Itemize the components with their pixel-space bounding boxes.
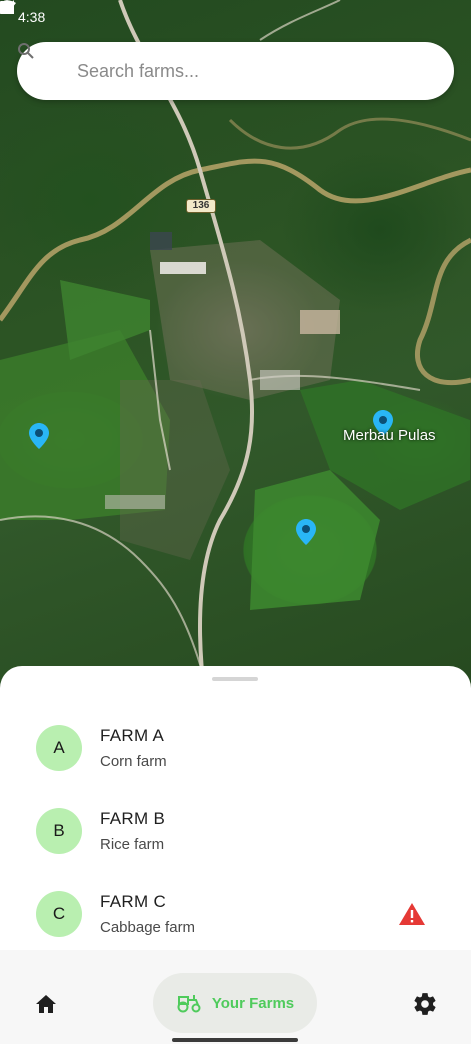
tractor-icon <box>177 995 201 1013</box>
gear-icon[interactable] <box>412 991 438 1017</box>
warning-icon <box>399 903 425 925</box>
farm-list-item-c[interactable]: C FARM C Cabbage farm <box>0 873 471 955</box>
bottom-navigation: Your Farms <box>0 950 471 1044</box>
farm-avatar: A <box>36 725 82 771</box>
farm-name: FARM B <box>100 809 166 828</box>
search-bar[interactable] <box>17 42 454 100</box>
status-bar: 4:38 <box>0 0 471 34</box>
farm-avatar: C <box>36 891 82 937</box>
map-marker-icon[interactable] <box>296 519 316 545</box>
map-view[interactable]: 4:38 136 Merbau Pulas <box>0 0 471 700</box>
search-icon <box>18 43 57 81</box>
farm-name: FARM C <box>100 892 167 911</box>
gesture-bar <box>172 1038 298 1042</box>
farm-name: FARM A <box>100 726 165 745</box>
nav-your-farms[interactable]: Your Farms <box>153 973 317 1033</box>
farm-type: Corn farm <box>100 753 167 770</box>
road-number-badge: 136 <box>186 199 216 213</box>
search-input[interactable] <box>77 60 397 82</box>
farm-list-item-b[interactable]: B FARM B Rice farm <box>0 790 471 872</box>
home-icon[interactable] <box>34 992 58 1016</box>
farm-type: Cabbage farm <box>100 919 196 936</box>
drag-handle[interactable] <box>212 677 258 681</box>
status-time: 4:38 <box>18 9 46 25</box>
battery-icon <box>0 1 8 14</box>
farm-avatar: B <box>36 808 82 854</box>
farm-list-item-a[interactable]: A FARM A Corn farm <box>0 707 471 789</box>
place-label: Merbau Pulas <box>343 427 436 444</box>
map-marker-icon[interactable] <box>29 423 49 449</box>
satellite-imagery <box>0 0 471 700</box>
farm-type: Rice farm <box>100 836 165 853</box>
nav-your-farms-label: Your Farms <box>211 994 295 1012</box>
farm-list-sheet: A FARM A Corn farm B FARM B Rice farm C … <box>0 666 471 956</box>
